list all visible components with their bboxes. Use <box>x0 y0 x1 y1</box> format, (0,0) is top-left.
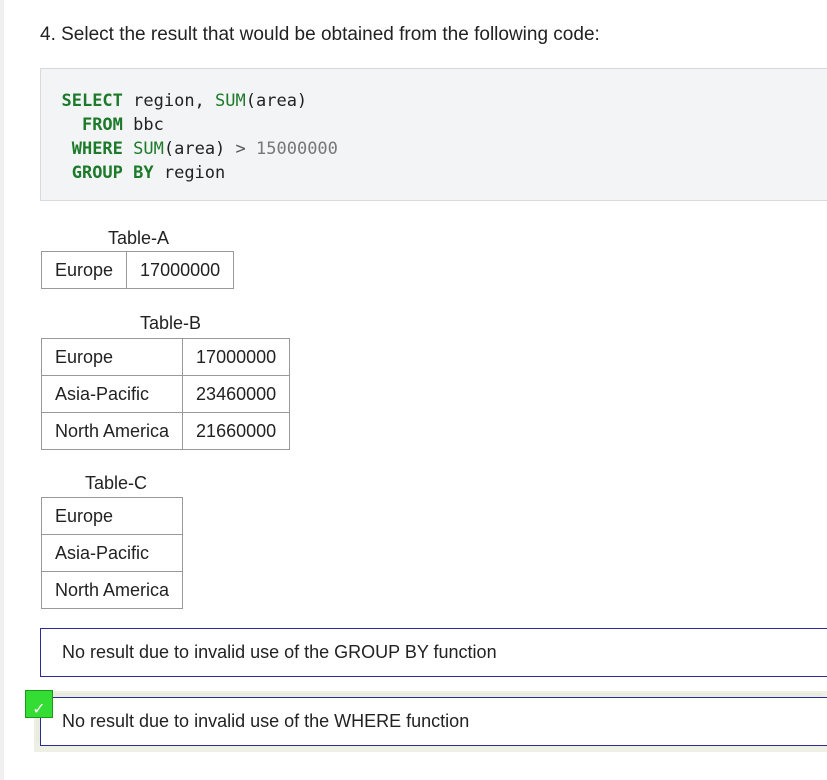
table-c: Europe Asia-Pacific North America <box>40 497 184 609</box>
table-a-caption: Table-A <box>108 228 170 248</box>
table-cell: Europe <box>40 338 184 376</box>
code-text: region <box>153 163 226 183</box>
code-text: (area) <box>245 91 308 111</box>
table-cell: Europe <box>40 251 128 289</box>
code-line-select: SELECT region, SUM(area) <box>41 89 827 113</box>
code-keyword: SELECT <box>61 91 123 111</box>
code-operator: > <box>235 139 246 159</box>
code-line-where: WHERE SUM(area) > 15000000 <box>41 137 827 161</box>
code-text: region, <box>122 91 216 111</box>
table-b: Europe 17000000 Asia-Pacific 23460000 No… <box>40 338 291 450</box>
check-icon: ✓ <box>25 690 53 718</box>
table-row: Asia-Pacific 23460000 <box>40 375 291 413</box>
code-number: 15000000 <box>245 139 338 159</box>
code-block: SELECT region, SUM(area) FROM bbc WHERE … <box>40 68 827 201</box>
code-line-from: FROM bbc <box>41 113 827 137</box>
table-b-caption: Table-B <box>140 313 202 333</box>
table-cell: 17000000 <box>126 251 235 289</box>
table-cell: North America <box>40 571 184 609</box>
table-row: North America <box>40 571 184 609</box>
option-where-invalid[interactable]: No result due to invalid use of the WHER… <box>40 697 827 746</box>
code-text: (area) <box>163 139 236 159</box>
table-row: Asia-Pacific <box>40 534 184 572</box>
table-row: North America 21660000 <box>40 412 291 450</box>
code-text: bbc <box>122 115 164 135</box>
table-row: Europe 17000000 <box>40 251 235 289</box>
code-line-group-by: GROUP BY region <box>41 161 827 185</box>
table-cell: North America <box>40 412 184 450</box>
code-keyword: GROUP BY <box>71 163 154 183</box>
table-cell: 17000000 <box>182 338 291 376</box>
table-row: Europe <box>40 497 184 535</box>
option-group-by-invalid[interactable]: No result due to invalid use of the GROU… <box>40 628 827 677</box>
code-keyword: WHERE <box>71 139 123 159</box>
table-cell: Asia-Pacific <box>40 534 184 572</box>
code-function: SUM <box>133 139 164 159</box>
left-edge-bar <box>0 0 4 780</box>
table-c-caption: Table-C <box>85 473 148 493</box>
table-cell: Europe <box>40 497 184 535</box>
table-cell: 23460000 <box>182 375 291 413</box>
code-keyword: FROM <box>81 115 123 135</box>
table-a: Europe 17000000 <box>40 251 235 289</box>
table-cell: 21660000 <box>182 412 291 450</box>
option-label: No result due to invalid use of the WHER… <box>62 711 470 731</box>
question-text: 4. Select the result that would be obtai… <box>40 24 600 45</box>
table-row: Europe 17000000 <box>40 338 291 376</box>
option-label: No result due to invalid use of the GROU… <box>62 642 497 662</box>
code-function: SUM <box>215 91 246 111</box>
table-cell: Asia-Pacific <box>40 375 184 413</box>
